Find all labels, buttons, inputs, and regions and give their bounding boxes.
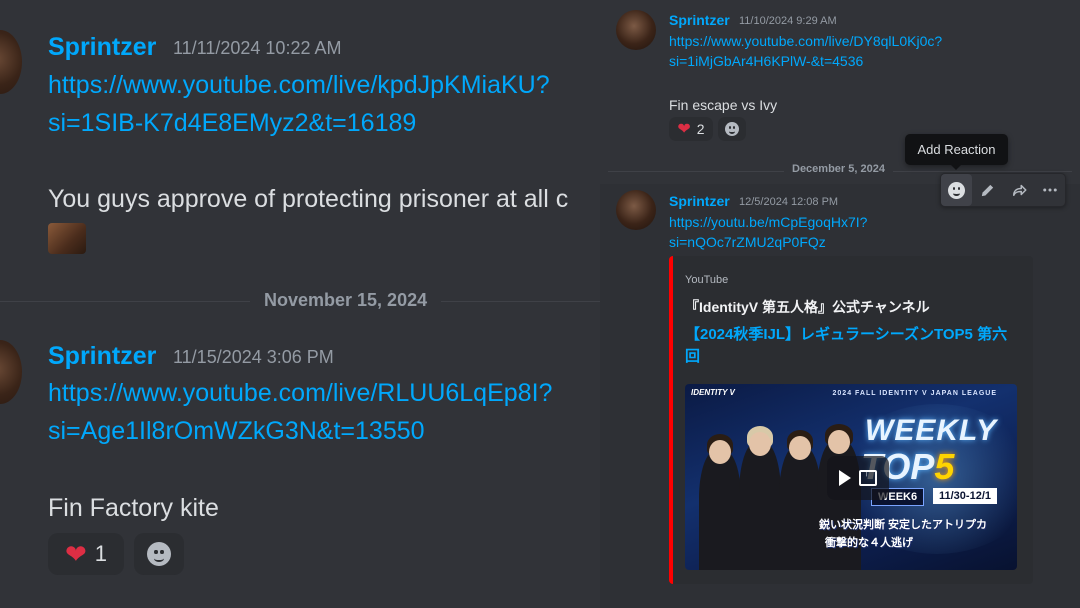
timestamp: 11/10/2024 9:29 AM bbox=[739, 15, 837, 27]
toolbar-add-reaction-button[interactable] bbox=[941, 174, 972, 206]
chat-pane: Sprintzer 11/10/2024 9:29 AM https://www… bbox=[600, 0, 1080, 608]
reaction-heart[interactable]: ❤ 1 bbox=[48, 533, 124, 575]
thumbnail-weekly: WEEKLY bbox=[865, 414, 998, 447]
edit-pencil-icon bbox=[981, 184, 994, 196]
thumbnail-caption-2: 衝撃的な４人逃げ bbox=[825, 537, 913, 549]
username[interactable]: Sprintzer bbox=[48, 342, 156, 371]
zoomed-chat-pane: Sprintzer 11/11/2024 10:22 AM https://ww… bbox=[0, 0, 610, 608]
embed-author[interactable]: 『IdentityV 第五人格』公式チャンネル bbox=[685, 297, 930, 317]
embed-title[interactable]: 【2024秋季IJL】レギュラーシーズンTOP5 第六回 bbox=[685, 324, 1020, 368]
toolbar-more-button[interactable] bbox=[1034, 174, 1065, 206]
avatar[interactable] bbox=[0, 340, 22, 404]
date-divider: November 15, 2024 bbox=[250, 290, 442, 311]
heart-icon: ❤ bbox=[677, 121, 691, 138]
link-line-1[interactable]: https://youtu.be/mCpEgoqHx7I? bbox=[669, 214, 867, 230]
reaction-count: 2 bbox=[696, 121, 705, 137]
reaction-count: 1 bbox=[94, 541, 108, 566]
avatar[interactable] bbox=[616, 10, 656, 50]
timestamp: 11/15/2024 3:06 PM bbox=[173, 347, 334, 367]
link-line-2[interactable]: si=1iMjGbAr4H6KPlW-&t=4536 bbox=[669, 53, 863, 69]
forward-icon bbox=[1012, 184, 1026, 196]
player-head bbox=[789, 436, 811, 460]
avatar[interactable] bbox=[0, 30, 22, 94]
more-icon bbox=[1042, 188, 1057, 192]
youtube-embed: YouTube 『IdentityV 第五人格』公式チャンネル 【2024秋季I… bbox=[669, 256, 1033, 584]
message-text: You guys approve of protecting prisoner … bbox=[48, 185, 569, 213]
player-figure bbox=[779, 446, 821, 570]
date-divider: December 5, 2024 bbox=[784, 163, 893, 175]
player-figure bbox=[699, 450, 741, 570]
username[interactable]: Sprintzer bbox=[669, 193, 730, 209]
heart-icon: ❤ bbox=[64, 538, 87, 569]
message-link[interactable]: https://www.youtube.com/live/kpdJpKMiaKU… bbox=[48, 66, 550, 142]
add-reaction-button[interactable] bbox=[718, 117, 746, 141]
player-head bbox=[709, 440, 731, 464]
play-icon bbox=[839, 470, 851, 486]
link-line-1[interactable]: https://www.youtube.com/live/kpdJpKMiaKU… bbox=[48, 71, 550, 99]
embed-provider[interactable]: YouTube bbox=[685, 274, 728, 286]
player-figure bbox=[739, 442, 781, 570]
player-head bbox=[749, 432, 771, 456]
timestamp: 12/5/2024 12:08 PM bbox=[739, 196, 839, 208]
link-line-2[interactable]: si=nQOc7rZMU2qP0FQz bbox=[669, 234, 826, 250]
player-head bbox=[828, 430, 850, 454]
link-line-1[interactable]: https://www.youtube.com/live/RLUU6LqEp8I… bbox=[48, 379, 552, 407]
link-line-1[interactable]: https://www.youtube.com/live/DY8qlL0Kj0c… bbox=[669, 33, 942, 49]
video-thumbnail[interactable]: IDENTITY V 2024 FALL IDENTITY V JAPAN LE… bbox=[685, 384, 1017, 570]
add-reaction-icon bbox=[725, 122, 739, 136]
add-reaction-icon bbox=[948, 181, 965, 199]
add-reaction-tooltip: Add Reaction bbox=[905, 134, 1008, 170]
link-line-2[interactable]: si=Age1Il8rOmWZkG3N&t=13550 bbox=[48, 417, 425, 445]
image-thumbnail[interactable] bbox=[48, 223, 86, 254]
message-link[interactable]: https://youtu.be/mCpEgoqHx7I? si=nQOc7rZ… bbox=[669, 212, 867, 252]
thumbnail-logo: IDENTITY V bbox=[691, 388, 735, 397]
toolbar-edit-button[interactable] bbox=[972, 174, 1003, 206]
thumbnail-five: 5 bbox=[934, 446, 955, 487]
add-reaction-button[interactable] bbox=[134, 533, 184, 575]
message-hover-toolbar bbox=[940, 173, 1066, 207]
timestamp: 11/11/2024 10:22 AM bbox=[173, 38, 342, 58]
add-reaction-icon bbox=[147, 542, 171, 566]
link-line-2[interactable]: si=1SIB-K7d4E8EMyz2&t=16189 bbox=[48, 109, 416, 137]
open-external-icon bbox=[859, 468, 877, 486]
thumbnail-league: 2024 FALL IDENTITY V JAPAN LEAGUE bbox=[832, 390, 997, 397]
message-text: Fin escape vs Ivy bbox=[669, 97, 778, 113]
thumbnail-caption-1: 鋭い状況判断 安定したアトリプカ bbox=[819, 519, 988, 531]
username[interactable]: Sprintzer bbox=[48, 33, 156, 62]
reaction-heart[interactable]: ❤ 2 bbox=[669, 117, 713, 141]
play-overlay[interactable] bbox=[827, 456, 889, 500]
toolbar-forward-button[interactable] bbox=[1003, 174, 1034, 206]
message-text: Fin Factory kite bbox=[48, 494, 219, 522]
username[interactable]: Sprintzer bbox=[669, 12, 730, 28]
message-link[interactable]: https://www.youtube.com/live/DY8qlL0Kj0c… bbox=[669, 31, 942, 71]
avatar[interactable] bbox=[616, 190, 656, 230]
thumbnail-dates: 11/30-12/1 bbox=[933, 488, 997, 504]
message-link[interactable]: https://www.youtube.com/live/RLUU6LqEp8I… bbox=[48, 374, 552, 450]
